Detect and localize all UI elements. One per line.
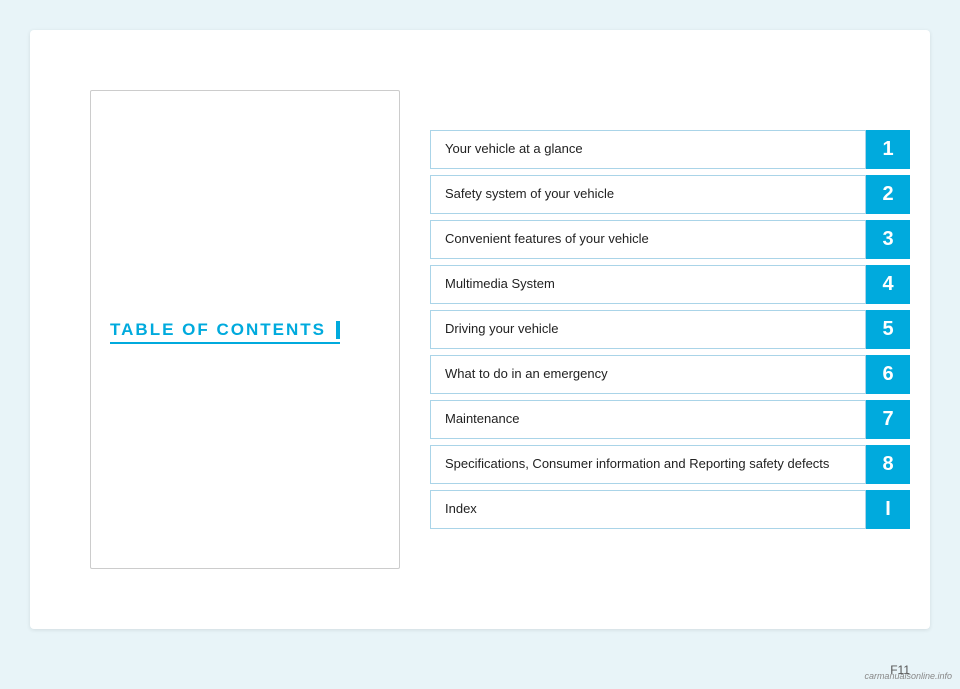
toc-row[interactable]: Multimedia System4 (430, 265, 910, 304)
toc-label-3: Convenient features of your vehicle (430, 220, 866, 259)
toc-label-5: Driving your vehicle (430, 310, 866, 349)
toc-row[interactable]: Driving your vehicle5 (430, 310, 910, 349)
toc-label-6: What to do in an emergency (430, 355, 866, 394)
toc-row[interactable]: Maintenance7 (430, 400, 910, 439)
toc-title: TABLE OF CONTENTS (110, 320, 340, 340)
right-panel: Your vehicle at a glance1Safety system o… (420, 30, 930, 629)
page-container: TABLE OF CONTENTS Your vehicle at a glan… (30, 30, 930, 629)
toc-row[interactable]: Convenient features of your vehicle3 (430, 220, 910, 259)
toc-row[interactable]: Safety system of your vehicle2 (430, 175, 910, 214)
toc-title-underline (110, 342, 340, 344)
toc-row[interactable]: Specifications, Consumer information and… (430, 445, 910, 484)
toc-label-9: Index (430, 490, 866, 529)
toc-title-text: TABLE OF CONTENTS (110, 320, 326, 340)
toc-number-6: 6 (866, 355, 910, 394)
toc-label-4: Multimedia System (430, 265, 866, 304)
toc-number-2: 2 (866, 175, 910, 214)
toc-label-8: Specifications, Consumer information and… (430, 445, 866, 484)
toc-label-2: Safety system of your vehicle (430, 175, 866, 214)
toc-number-8: 8 (866, 445, 910, 484)
toc-label-7: Maintenance (430, 400, 866, 439)
toc-label-1: Your vehicle at a glance (430, 130, 866, 169)
toc-number-5: 5 (866, 310, 910, 349)
watermark: carmanualsonline.info (864, 671, 952, 681)
toc-row[interactable]: What to do in an emergency6 (430, 355, 910, 394)
toc-number-7: 7 (866, 400, 910, 439)
toc-number-9: I (866, 490, 910, 529)
toc-number-1: 1 (866, 130, 910, 169)
toc-number-3: 3 (866, 220, 910, 259)
toc-cursor-icon (336, 321, 340, 339)
left-panel: TABLE OF CONTENTS (30, 30, 420, 629)
toc-number-4: 4 (866, 265, 910, 304)
toc-row[interactable]: Your vehicle at a glance1 (430, 130, 910, 169)
toc-row[interactable]: IndexI (430, 490, 910, 529)
